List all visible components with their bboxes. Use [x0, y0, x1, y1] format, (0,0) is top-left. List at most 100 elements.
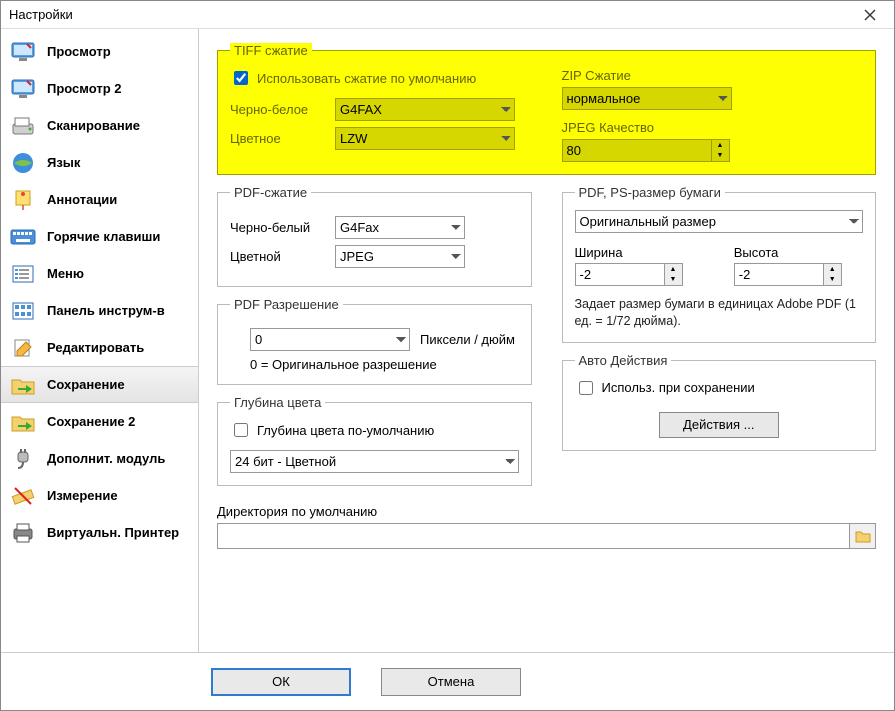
tiff-color-select[interactable]: LZW	[335, 127, 515, 150]
sidebar-item-hotkeys[interactable]: Горячие клавиши	[1, 218, 198, 255]
folder-arrow-icon	[9, 373, 37, 397]
zip-label: ZIP Сжатие	[562, 68, 864, 83]
sidebar-item-label: Сохранение 2	[47, 414, 135, 429]
folder-icon	[855, 529, 871, 543]
pin-icon	[9, 188, 37, 212]
paper-note: Задает размер бумаги в единицах Adobe PD…	[575, 296, 864, 330]
close-button[interactable]	[850, 2, 890, 28]
depth-group: Глубина цвета Глубина цвета по-умолчанию…	[217, 395, 532, 486]
sidebar-item-scan[interactable]: Сканирование	[1, 107, 198, 144]
pdf-bw-select[interactable]: G4Fax	[335, 216, 465, 239]
titlebar: Настройки	[1, 1, 894, 29]
sidebar-item-vprinter[interactable]: Виртуальн. Принтер	[1, 514, 198, 551]
settings-window: Настройки Просмотр Просмотр 2 Сканирован…	[0, 0, 895, 711]
pdf-res-note: 0 = Оригинальное разрешение	[250, 357, 519, 372]
pdf-res-select[interactable]: 0	[250, 328, 410, 351]
monitor-icon	[9, 40, 37, 64]
tiff-color-label: Цветное	[230, 131, 325, 146]
auto-use-label: Использ. при сохранении	[602, 380, 755, 395]
sidebar-item-label: Сохранение	[47, 377, 125, 392]
sidebar-item-label: Просмотр	[47, 44, 111, 59]
auto-use-checkbox[interactable]	[579, 381, 593, 395]
sidebar-item-view2[interactable]: Просмотр 2	[1, 70, 198, 107]
sidebar-item-label: Виртуальн. Принтер	[47, 525, 179, 540]
sidebar-item-edit[interactable]: Редактировать	[1, 329, 198, 366]
dir-input[interactable]	[217, 523, 850, 549]
paper-h-label: Высота	[734, 245, 863, 260]
pdf-compress-legend: PDF-сжатие	[230, 185, 311, 200]
close-icon	[864, 9, 876, 21]
window-title: Настройки	[9, 7, 73, 22]
sidebar-item-plugin[interactable]: Дополнит. модуль	[1, 440, 198, 477]
plug-icon	[9, 447, 37, 471]
tiff-legend: TIFF сжатие	[230, 43, 312, 58]
ok-button[interactable]: ОК	[211, 668, 351, 696]
pdf-color-label: Цветной	[230, 249, 325, 264]
sidebar-item-language[interactable]: Язык	[1, 144, 198, 181]
browse-button[interactable]	[850, 523, 876, 549]
sidebar-item-annotations[interactable]: Аннотации	[1, 181, 198, 218]
sidebar-item-save2[interactable]: Сохранение 2	[1, 403, 198, 440]
sidebar-item-label: Дополнит. модуль	[47, 451, 165, 466]
zip-select[interactable]: нормальное	[562, 87, 732, 110]
sidebar-item-label: Измерение	[47, 488, 118, 503]
auto-legend: Авто Действия	[575, 353, 672, 368]
sidebar: Просмотр Просмотр 2 Сканирование Язык Ан…	[1, 29, 199, 652]
depth-default-checkbox[interactable]	[234, 423, 248, 437]
paper-w-label: Ширина	[575, 245, 704, 260]
tiff-group: TIFF сжатие Использовать сжатие по умолч…	[217, 43, 876, 175]
tiff-bw-label: Черно-белое	[230, 102, 325, 117]
content-pane: TIFF сжатие Использовать сжатие по умолч…	[199, 29, 894, 652]
pdf-res-unit: Пиксели / дюйм	[420, 332, 515, 347]
pdf-bw-label: Черно-белый	[230, 220, 325, 235]
pdf-compress-group: PDF-сжатие Черно-белый G4Fax Цветной JPE…	[217, 185, 532, 287]
globe-icon	[9, 151, 37, 175]
paper-legend: PDF, PS-размер бумаги	[575, 185, 725, 200]
auto-group: Авто Действия Использ. при сохранении Де…	[562, 353, 877, 451]
sidebar-item-save[interactable]: Сохранение	[1, 366, 198, 403]
ruler-icon	[9, 484, 37, 508]
actions-button[interactable]: Действия ...	[659, 412, 779, 438]
sidebar-item-label: Сканирование	[47, 118, 140, 133]
paper-size-select[interactable]: Оригинальный размер	[575, 210, 864, 233]
grid-icon	[9, 299, 37, 323]
paper-w-input[interactable]	[575, 263, 665, 286]
sidebar-item-measure[interactable]: Измерение	[1, 477, 198, 514]
paper-group: PDF, PS-размер бумаги Оригинальный разме…	[562, 185, 877, 343]
pdf-res-legend: PDF Разрешение	[230, 297, 343, 312]
jpeg-q-input[interactable]	[562, 139, 712, 162]
tiff-use-default-checkbox[interactable]	[234, 71, 248, 85]
sidebar-item-label: Панель инструм-в	[47, 303, 165, 318]
paper-w-spinner[interactable]: ▲▼	[665, 263, 683, 286]
printer-icon	[9, 521, 37, 545]
depth-legend: Глубина цвета	[230, 395, 325, 410]
tiff-use-default-label: Использовать сжатие по умолчанию	[257, 71, 476, 86]
monitor-icon	[9, 77, 37, 101]
footer: ОК Отмена	[1, 652, 894, 710]
list-icon	[9, 262, 37, 286]
pdf-res-group: PDF Разрешение 0 Пиксели / дюйм 0 = Ориг…	[217, 297, 532, 385]
pencil-icon	[9, 336, 37, 360]
tiff-bw-select[interactable]: G4FAX	[335, 98, 515, 121]
sidebar-item-menu[interactable]: Меню	[1, 255, 198, 292]
dir-label: Директория по умолчанию	[217, 504, 876, 519]
depth-select[interactable]: 24 бит - Цветной	[230, 450, 519, 473]
scanner-icon	[9, 114, 37, 138]
keyboard-icon	[9, 225, 37, 249]
folder-arrow-icon	[9, 410, 37, 434]
sidebar-item-view[interactable]: Просмотр	[1, 33, 198, 70]
sidebar-item-label: Редактировать	[47, 340, 144, 355]
sidebar-item-label: Аннотации	[47, 192, 117, 207]
sidebar-item-label: Горячие клавиши	[47, 229, 160, 244]
sidebar-item-label: Язык	[47, 155, 80, 170]
pdf-color-select[interactable]: JPEG	[335, 245, 465, 268]
sidebar-item-label: Просмотр 2	[47, 81, 122, 96]
paper-h-spinner[interactable]: ▲▼	[824, 263, 842, 286]
jpeg-q-label: JPEG Качество	[562, 120, 864, 135]
sidebar-item-toolbar[interactable]: Панель инструм-в	[1, 292, 198, 329]
paper-h-input[interactable]	[734, 263, 824, 286]
depth-default-label: Глубина цвета по-умолчанию	[257, 423, 434, 438]
jpeg-q-spinner[interactable]: ▲▼	[712, 139, 730, 162]
cancel-button[interactable]: Отмена	[381, 668, 521, 696]
sidebar-item-label: Меню	[47, 266, 84, 281]
